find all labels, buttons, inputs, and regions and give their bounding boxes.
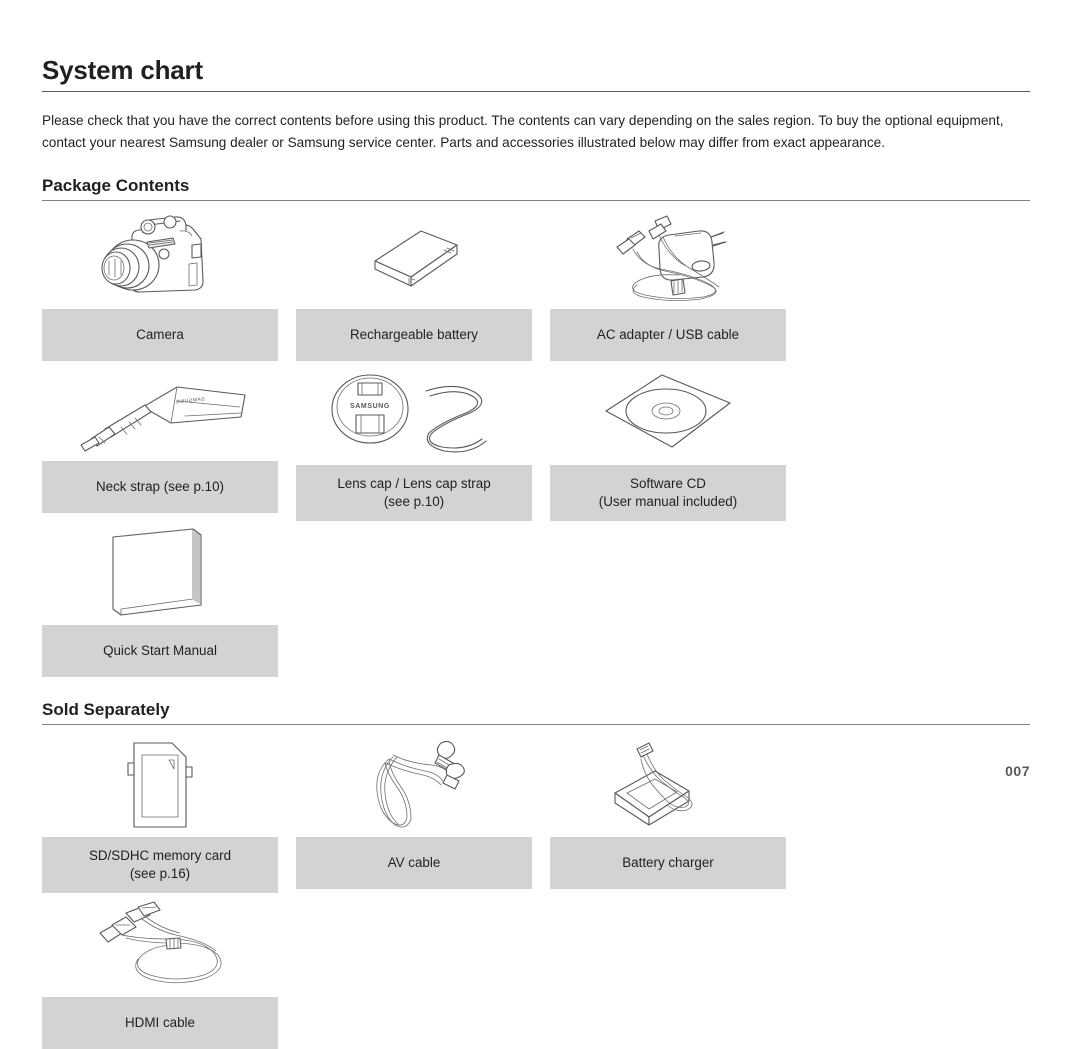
item-neck-strap: SAMSUNG Neck strap (see p.10) — [42, 361, 278, 521]
item-label-line1: AV cable — [387, 855, 441, 870]
item-label-line1: Quick Start Manual — [103, 643, 217, 658]
item-label-line2: (see p.16) — [129, 866, 191, 881]
item-ac-adapter-usb-cable: AC adapter / USB cable — [550, 209, 786, 361]
item-label: HDMI cable — [42, 997, 278, 1049]
package-contents-grid: Camera Rechargeable battery AC adapter /… — [42, 209, 1030, 677]
item-label: AC adapter / USB cable — [550, 309, 786, 361]
camera-icon — [42, 209, 278, 309]
sd-card-icon — [42, 733, 278, 837]
page-number: 007 — [1005, 763, 1030, 779]
av-cable-icon — [296, 733, 532, 837]
item-rechargeable-battery: Rechargeable battery — [296, 209, 532, 361]
item-label-line1: Neck strap (see p.10) — [95, 479, 224, 494]
item-label: Camera — [42, 309, 278, 361]
document-page: System chart Please check that you have … — [42, 0, 1030, 1049]
item-label: AV cable — [296, 837, 532, 889]
item-lens-cap: SAMSUNG Lens cap / Lens cap strap (see p… — [296, 361, 532, 521]
quick-start-manual-icon — [42, 521, 278, 625]
item-label-line1: Lens cap / Lens cap strap — [337, 476, 491, 491]
item-hdmi-cable: HDMI cable — [42, 893, 278, 1049]
software-cd-icon — [550, 361, 786, 465]
lens-cap-icon: SAMSUNG — [296, 361, 532, 465]
item-label: Software CD (User manual included) — [550, 465, 786, 521]
item-label: Lens cap / Lens cap strap (see p.10) — [296, 465, 532, 521]
item-quick-start-manual: Quick Start Manual — [42, 521, 278, 677]
item-label-line1: Rechargeable battery — [349, 327, 479, 342]
item-label-line2: (see p.10) — [383, 494, 445, 509]
section-heading-package-contents: Package Contents — [42, 176, 190, 195]
hdmi-cable-icon — [42, 893, 278, 997]
item-label: Rechargeable battery — [296, 309, 532, 361]
section-divider-package-contents — [42, 200, 1030, 201]
sold-separately-grid: SD/SDHC memory card (see p.16) AV cable … — [42, 733, 1030, 1049]
item-camera: Camera — [42, 209, 278, 361]
item-label-line1: Software CD — [630, 476, 706, 491]
svg-text:SAMSUNG: SAMSUNG — [350, 403, 390, 410]
intro-paragraph: Please check that you have the correct c… — [42, 113, 1004, 150]
item-label-line2: (User manual included) — [598, 494, 738, 509]
page-title: System chart — [42, 55, 203, 85]
item-label: Quick Start Manual — [42, 625, 278, 677]
title-divider — [42, 91, 1030, 92]
battery-icon — [296, 209, 532, 309]
section-heading-sold-separately: Sold Separately — [42, 700, 170, 719]
section-divider-sold-separately — [42, 724, 1030, 725]
neck-strap-icon: SAMSUNG — [42, 361, 278, 461]
item-software-cd: Software CD (User manual included) — [550, 361, 786, 521]
ac-adapter-usb-cable-icon — [550, 209, 786, 309]
battery-charger-icon — [550, 733, 786, 837]
item-label: SD/SDHC memory card (see p.16) — [42, 837, 278, 893]
item-label-line1: AC adapter / USB cable — [596, 327, 740, 342]
item-sd-card: SD/SDHC memory card (see p.16) — [42, 733, 278, 893]
item-label-line1: Battery charger — [622, 855, 714, 870]
item-label: Battery charger — [550, 837, 786, 889]
item-label: Neck strap (see p.10) — [42, 461, 278, 513]
item-label-line1: Camera — [136, 327, 184, 342]
item-label-line1: SD/SDHC memory card — [88, 848, 232, 863]
item-label-line1: HDMI cable — [125, 1015, 195, 1030]
item-av-cable: AV cable — [296, 733, 532, 893]
item-battery-charger: Battery charger — [550, 733, 786, 893]
